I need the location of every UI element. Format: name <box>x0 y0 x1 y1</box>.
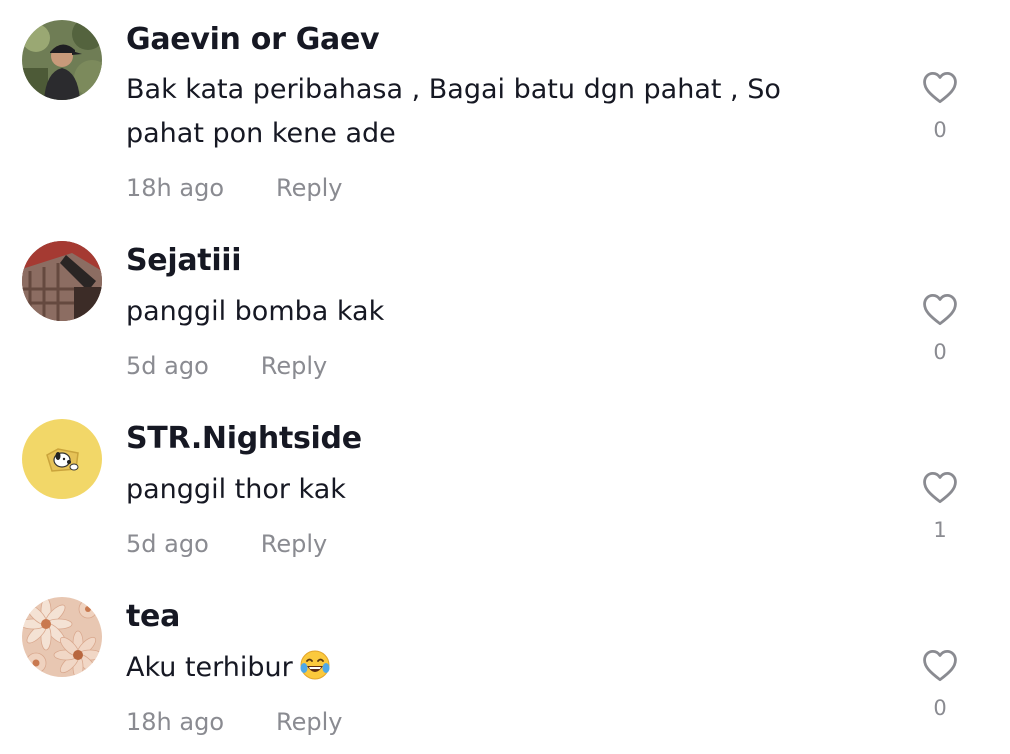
heart-icon <box>923 650 957 682</box>
person-outdoors-avatar-icon <box>22 20 102 100</box>
comment-text: panggil thor kak <box>126 474 346 505</box>
reply-button[interactable]: Reply <box>276 708 342 736</box>
flower-avatar-icon <box>22 597 102 677</box>
heart-icon <box>923 294 957 326</box>
comment-username[interactable]: Gaevin or Gaev <box>126 22 380 57</box>
like-button[interactable]: 0 <box>916 648 964 720</box>
comment-meta: 5d ago Reply <box>126 530 327 558</box>
like-count: 0 <box>933 340 947 364</box>
comment-username[interactable]: tea <box>126 599 180 634</box>
heart-icon <box>923 72 957 104</box>
reply-button[interactable]: Reply <box>276 174 342 202</box>
comment-timestamp: 5d ago <box>126 352 209 380</box>
reply-button[interactable]: Reply <box>261 352 327 380</box>
heart-icon <box>923 472 957 504</box>
comment-username[interactable]: STR.Nightside <box>126 421 362 456</box>
tears-of-joy-emoji <box>299 649 331 695</box>
avatar[interactable] <box>22 597 102 677</box>
comment-meta: 5d ago Reply <box>126 352 327 380</box>
reply-button[interactable]: Reply <box>261 530 327 558</box>
tears-of-joy-icon <box>300 650 330 680</box>
comment-text: Bak kata peribahasa , Bagai batu dgn pah… <box>126 74 781 149</box>
comment-timestamp: 5d ago <box>126 530 209 558</box>
avatar[interactable] <box>22 241 102 321</box>
like-count: 1 <box>933 518 947 542</box>
comment-text: panggil bomba kak <box>126 296 385 327</box>
cartoon-dog-avatar-icon <box>22 419 102 499</box>
like-button[interactable]: 0 <box>916 70 964 142</box>
comment-text-body: Aku terhibur <box>126 652 293 683</box>
comment-username[interactable]: Sejatiii <box>126 243 242 278</box>
like-button[interactable]: 1 <box>916 470 964 542</box>
like-count: 0 <box>933 118 947 142</box>
avatar[interactable] <box>22 419 102 499</box>
comment-meta: 18h ago Reply <box>126 708 342 736</box>
avatar[interactable] <box>22 20 102 100</box>
comment-text: Aku terhibur 😂 <box>126 646 826 695</box>
like-button[interactable]: 0 <box>916 292 964 364</box>
comment-meta: 18h ago Reply <box>126 174 342 202</box>
plaid-shirt-avatar-icon <box>22 241 102 321</box>
comment-timestamp: 18h ago <box>126 174 225 202</box>
like-count: 0 <box>933 696 947 720</box>
comment-timestamp: 18h ago <box>126 708 225 736</box>
